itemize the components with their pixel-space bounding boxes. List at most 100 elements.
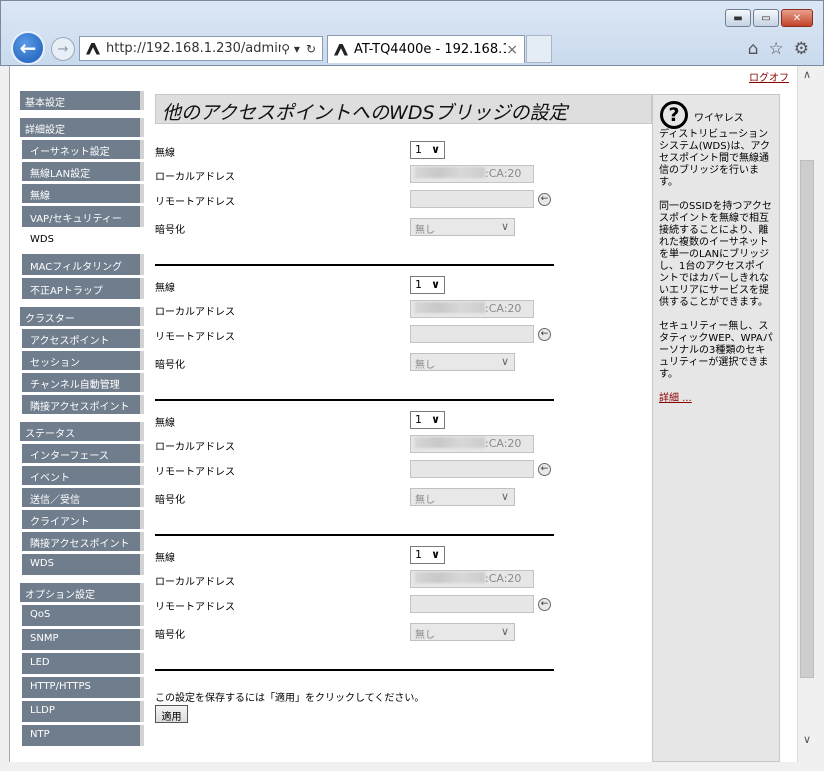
masked-mac-prefix (415, 572, 485, 583)
arrow-left-icon[interactable]: ← (538, 328, 551, 341)
local-address-suffix: :CA:20 (485, 302, 522, 315)
radio-label: 無線 (155, 418, 175, 429)
encryption-select: 無し (410, 218, 515, 236)
wds-entry: 無線 1 ローカルアドレス :CA:20 リモートアドレス ← 暗号化 無し (155, 266, 554, 401)
sidebar-nav: 基本設定 詳細設定 イーサネット設定 無線LAN設定 無線 VAP/セキュリティ… (20, 91, 150, 749)
save-area: この設定を保存するには「適用」をクリックしてください。 適用 (155, 671, 652, 731)
sidebar-item-status-wds[interactable]: WDS (20, 554, 144, 575)
scrollbar-thumb[interactable] (800, 160, 814, 678)
sidebar-item-events[interactable]: イベント (20, 466, 144, 485)
encryption-select: 無し (410, 488, 515, 506)
sidebar-header-status[interactable]: ステータス (20, 422, 144, 441)
wds-entry: 無線 1 ローカルアドレス :CA:20 リモートアドレス ← 暗号化 無し (155, 401, 554, 536)
sidebar-item-channel-management[interactable]: チャンネル自動管理 (20, 373, 144, 392)
sidebar-item-vap-security[interactable]: VAP/セキュリティー (20, 206, 144, 227)
sidebar-item-status-neighbor-ap[interactable]: 隣接アクセスポイント (20, 532, 144, 551)
radio-label: 無線 (155, 283, 175, 294)
sidebar-item-access-points[interactable]: アクセスポイント (20, 329, 144, 348)
arrow-left-icon[interactable]: ← (538, 463, 551, 476)
sidebar-item-mac-filtering[interactable]: MACフィルタリング (20, 254, 144, 275)
home-icon[interactable]: ⌂ (748, 39, 759, 59)
arrow-left-icon: ← (19, 36, 37, 60)
sidebar-item-led[interactable]: LED (20, 653, 144, 674)
minimize-button[interactable]: ▬ (725, 9, 751, 27)
help-more-link[interactable]: 詳細 ... (659, 393, 773, 405)
masked-mac-prefix (415, 437, 485, 448)
new-tab-button[interactable] (526, 35, 552, 63)
help-paragraph-3: セキュリティー無し、スタティックWEP、WPAパーソナルの3種類のセキュリティー… (659, 321, 773, 380)
encryption-select: 無し (410, 353, 515, 371)
sidebar-item-snmp[interactable]: SNMP (20, 629, 144, 650)
back-button[interactable]: ← (11, 31, 45, 65)
sidebar-header-cluster[interactable]: クラスター (20, 307, 144, 326)
radio-label: 無線 (155, 148, 175, 159)
sidebar-item-ethernet[interactable]: イーサネット設定 (20, 140, 144, 159)
close-window-button[interactable]: ✕ (781, 9, 813, 27)
radio-select[interactable]: 1 (410, 276, 445, 294)
remote-address-label: リモートアドレス (155, 332, 235, 343)
remote-address-label: リモートアドレス (155, 602, 235, 613)
forward-button[interactable]: → (51, 37, 75, 61)
sidebar-item-wireless-lan[interactable]: 無線LAN設定 (20, 162, 144, 181)
maximize-button[interactable]: ▭ (753, 9, 779, 27)
logout-link[interactable]: ログオフ (749, 69, 789, 84)
refresh-icon[interactable]: ↻ (306, 42, 316, 56)
arrow-left-icon[interactable]: ← (538, 193, 551, 206)
arrow-left-icon[interactable]: ← (538, 598, 551, 611)
sidebar-item-rogue-ap[interactable]: 不正APトラップ (20, 278, 144, 299)
wds-entry: 無線 1 ローカルアドレス :CA:20 リモートアドレス ← 暗号化 無し (155, 536, 554, 671)
favorites-icon[interactable]: ☆ (769, 39, 784, 59)
page-title: 他のアクセスポイントへのWDSブリッジの設定 (155, 94, 652, 124)
sidebar-item-http-https[interactable]: HTTP/HTTPS (20, 677, 144, 698)
remote-address-label: リモートアドレス (155, 467, 235, 478)
sidebar-header-advanced[interactable]: 詳細設定 (20, 118, 144, 137)
site-favicon-icon (86, 42, 100, 55)
sidebar-item-radio[interactable]: 無線 (20, 184, 144, 203)
local-address-field: :CA:20 (410, 165, 534, 183)
question-mark-icon: ? (660, 101, 688, 129)
vertical-scrollbar[interactable]: ∧ ∨ (797, 66, 815, 762)
local-address-field: :CA:20 (410, 300, 534, 318)
sidebar-item-lldp[interactable]: LLDP (20, 701, 144, 722)
encryption-select: 無し (410, 623, 515, 641)
window-controls: ▬ ▭ ✕ (725, 9, 813, 27)
tab-close-icon[interactable]: × (506, 42, 518, 58)
remote-address-input (410, 190, 534, 208)
browser-tab[interactable]: AT-TQ4400e - 192.168.1... × (327, 35, 525, 63)
settings-gear-icon[interactable]: ⚙ (794, 39, 809, 59)
sidebar-item-ntp[interactable]: NTP (20, 725, 144, 746)
local-address-label: ローカルアドレス (155, 577, 235, 588)
sidebar-item-neighbor-ap[interactable]: 隣接アクセスポイント (20, 395, 144, 414)
tab-title: AT-TQ4400e - 192.168.1... (354, 42, 507, 57)
help-panel: ? ワイヤレス ディストリビューションシステム(WDS)は、アクセスポイント間で… (652, 94, 780, 762)
page-viewport: ログオフ 基本設定 詳細設定 イーサネット設定 無線LAN設定 無線 VAP/セ… (9, 66, 798, 762)
wds-entry: 無線 1 ローカルアドレス :CA:20 リモートアドレス ← 暗号化 無し (155, 124, 554, 266)
search-dropdown-icon[interactable]: ⚲ ▾ (281, 42, 300, 56)
radio-select[interactable]: 1 (410, 141, 445, 159)
address-url[interactable]: http://192.168.1.230/admin (106, 41, 281, 56)
sidebar-header-options[interactable]: オプション設定 (20, 583, 144, 602)
local-address-field: :CA:20 (410, 435, 534, 453)
help-paragraph-1: ディストリビューションシステム(WDS)は、アクセスポイント間で無線通信のブリッ… (659, 129, 770, 188)
sidebar-item-interfaces[interactable]: インターフェース (20, 444, 144, 463)
local-address-suffix: :CA:20 (485, 167, 522, 180)
scroll-down-icon[interactable]: ∨ (798, 733, 816, 746)
apply-button[interactable]: 適用 (155, 705, 188, 723)
encryption-label: 暗号化 (155, 495, 185, 506)
sidebar-item-basic-settings[interactable]: 基本設定 (20, 91, 144, 110)
remote-address-label: リモートアドレス (155, 197, 235, 208)
scroll-up-icon[interactable]: ∧ (798, 68, 816, 81)
address-bar[interactable]: http://192.168.1.230/admin ⚲ ▾ ↻ (79, 36, 323, 61)
sidebar-item-wds[interactable]: WDS (20, 230, 150, 251)
radio-select[interactable]: 1 (410, 411, 445, 429)
local-address-label: ローカルアドレス (155, 442, 235, 453)
remote-address-input (410, 460, 534, 478)
sidebar-item-tx-rx[interactable]: 送信／受信 (20, 488, 144, 507)
radio-label: 無線 (155, 553, 175, 564)
sidebar-item-qos[interactable]: QoS (20, 605, 144, 626)
sidebar-item-clients[interactable]: クライアント (20, 510, 144, 529)
sidebar-item-sessions[interactable]: セッション (20, 351, 144, 370)
radio-select[interactable]: 1 (410, 546, 445, 564)
local-address-suffix: :CA:20 (485, 437, 522, 450)
local-address-suffix: :CA:20 (485, 572, 522, 585)
